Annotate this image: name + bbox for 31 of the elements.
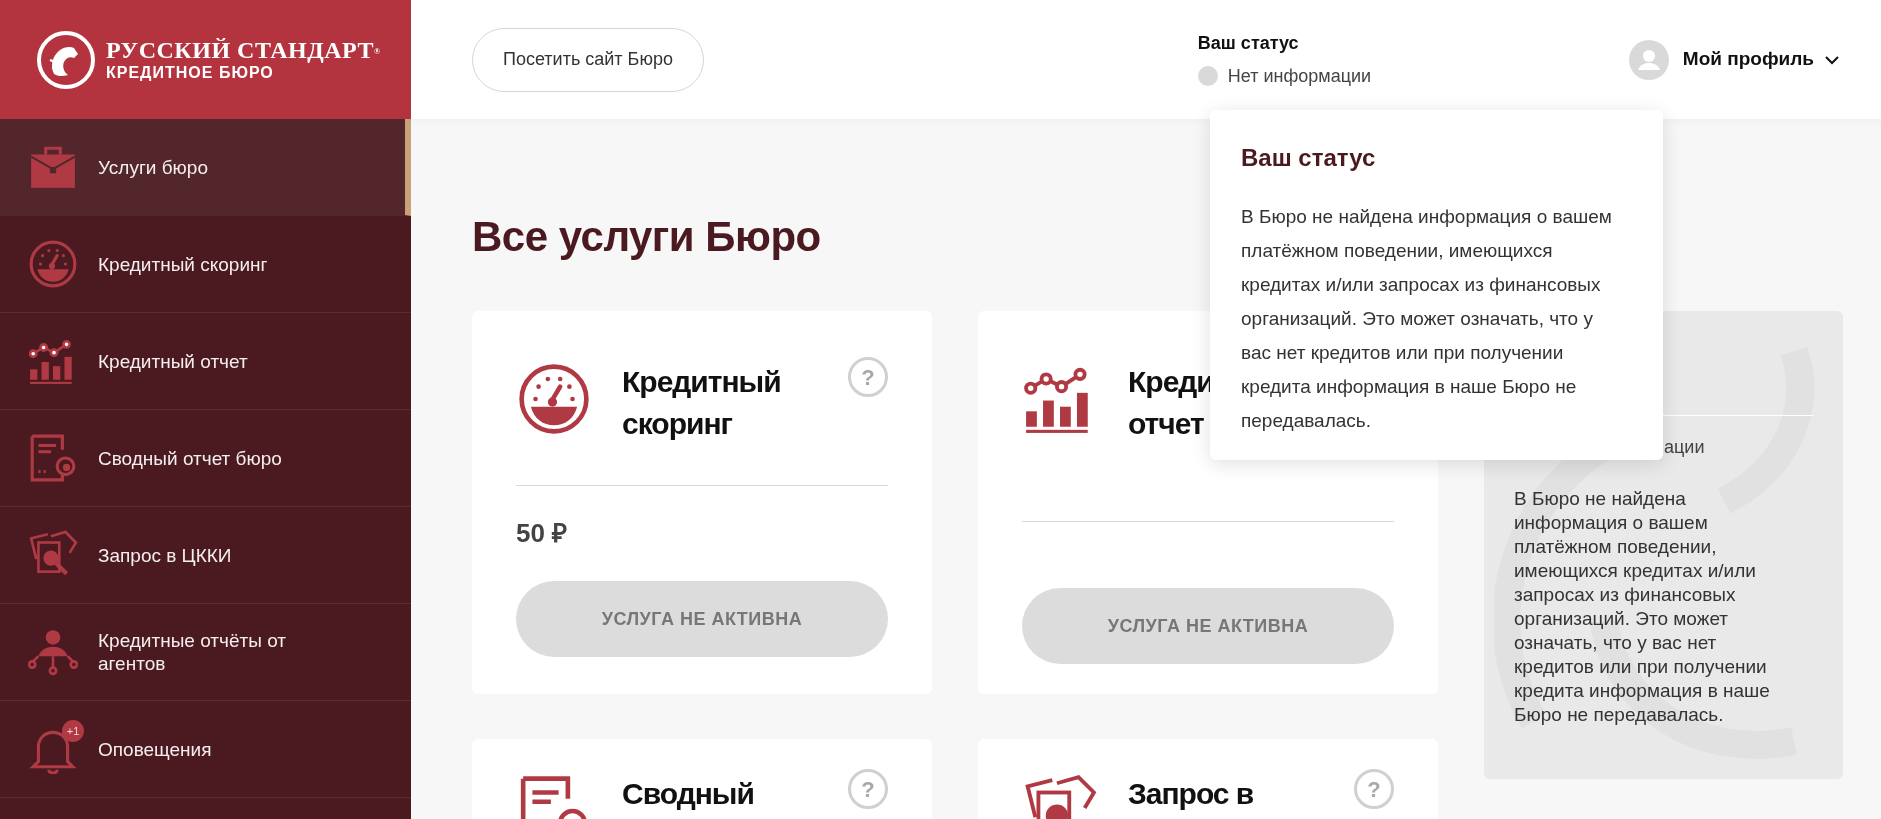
card-title: Кредитный — [622, 364, 781, 400]
sidebar-item[interactable]: Запрос в ЦККИ — [0, 507, 411, 604]
sidebar-item[interactable]: Кредитные отчёты от агентов — [0, 604, 411, 701]
avatar-icon — [1628, 39, 1669, 80]
logo-banner[interactable]: РУССКИЙ СТАНДАРТ$^{®}$ КРЕДИТНОЕ БЮРО — [0, 0, 411, 119]
sidebar-item[interactable]: Кредитный отчет — [0, 313, 411, 410]
gauge-icon — [28, 239, 78, 289]
card-title: отчет — [1128, 406, 1204, 442]
user-network-icon — [28, 627, 78, 677]
sidebar-item[interactable]: Сводный отчет бюро — [0, 410, 411, 507]
gauge-icon — [517, 362, 591, 436]
card-title: скоринг — [622, 406, 732, 442]
sidebar-item[interactable]: +1 Оповещения — [0, 701, 411, 798]
logo-subtitle: КРЕДИТНОЕ БЮРО — [106, 63, 275, 83]
card-title: Сводный — [622, 776, 754, 812]
sidebar-item[interactable]: Кредитный скоринг — [0, 216, 411, 313]
price: 50 ₽ — [516, 517, 569, 550]
page-title: Все услуги Бюро — [472, 213, 821, 261]
status-label: Ваш статус — [1197, 31, 1300, 55]
notification-badge: +1 — [62, 720, 84, 742]
status-description: В Бюро не найдена информация о вашем платёжном поведении, имеющихся кредитах и/или запросах из финансовых организаций. Это может означать, что у вас нет кредитов или при получении кредита информация в наше Бюро не передавалась. — [1514, 487, 1771, 727]
document-icon — [28, 433, 78, 483]
card-title: Запрос в — [1128, 776, 1254, 812]
status-value[interactable]: Нет информации — [1227, 62, 1372, 90]
logo-title: РУССКИЙ СТАНДАРТ$^{®}$ — [106, 36, 381, 63]
sidebar-item[interactable]: Услуги бюро — [0, 119, 411, 216]
chevron-down-icon — [1824, 54, 1840, 65]
popup-text: В Бюро не найдена информация о вашем платёжном поведении, имеющихся кредитах и/или запросах из финансовых организаций. Это может означать, что у вас нет кредитов или при получении кредита информация в наше Бюро не передавалась. — [1241, 205, 1613, 433]
popup-title: Ваш статус — [1241, 143, 1377, 173]
profile-menu[interactable]: Мой профиль — [1628, 39, 1840, 80]
status-text: ации — [1663, 436, 1706, 459]
